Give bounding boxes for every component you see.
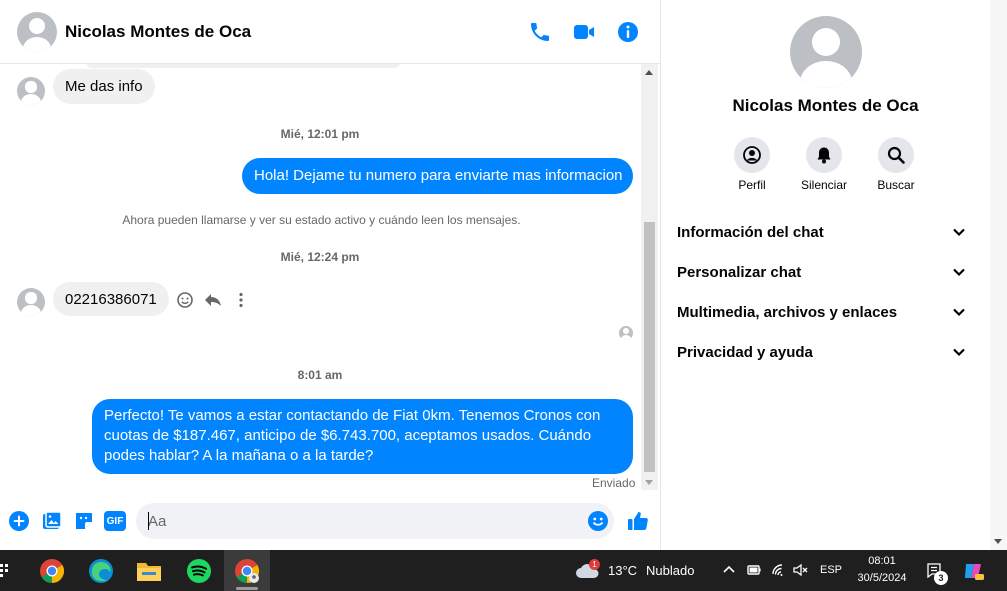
message-line: cuotas de $187.467, anticipo de $6.743.7… — [104, 427, 592, 444]
chat-panel: Nicolas Montes de Oca Me das info Mié, 1… — [0, 0, 661, 550]
search-icon — [878, 137, 914, 173]
chevron-down-icon — [953, 308, 965, 317]
incoming-message[interactable]: 02216386071 — [53, 282, 169, 316]
copilot-icon[interactable] — [962, 560, 984, 582]
outgoing-message[interactable]: Perfecto! Te vamos a estar contactando d… — [92, 399, 633, 474]
composer: GIF — [0, 494, 660, 550]
section-label: Privacidad y ayuda — [677, 343, 813, 361]
profile-name: Nicolas Montes de Oca — [732, 96, 919, 115]
section-customize-chat[interactable]: Personalizar chat — [669, 252, 975, 292]
chevron-down-icon — [953, 228, 965, 237]
message-list[interactable]: Me das info Mié, 12:01 pm Hola! Dejame t… — [0, 64, 640, 490]
action-label: Perfil — [738, 178, 766, 192]
chrome-icon — [40, 558, 65, 583]
message-status: Enviado — [592, 476, 636, 490]
profile-icon — [734, 137, 770, 173]
chevron-up-icon[interactable] — [721, 562, 737, 578]
partial-message — [86, 64, 400, 68]
chrome-profile-icon — [235, 558, 260, 583]
message-scrollbar[interactable] — [641, 64, 658, 490]
scroll-down-arrow[interactable] — [994, 539, 1002, 544]
bell-icon — [806, 137, 842, 173]
info-panel: Nicolas Montes de Oca Perfil Silenciar B… — [661, 0, 990, 550]
section-label: Personalizar chat — [677, 263, 802, 281]
section-label: Multimedia, archivos y enlaces — [677, 303, 898, 321]
sender-avatar[interactable] — [17, 288, 45, 316]
scroll-thumb[interactable] — [644, 222, 655, 472]
profile-action[interactable]: Perfil — [717, 137, 787, 192]
section-chat-info[interactable]: Información del chat — [669, 212, 975, 252]
speaker-muted-icon[interactable] — [792, 562, 808, 578]
action-label: Silenciar — [800, 178, 848, 192]
input-language[interactable]: ESP — [820, 564, 842, 576]
notification-count: 3 — [934, 571, 948, 585]
message-timestamp: Mié, 12:01 pm — [280, 127, 360, 141]
message-input[interactable] — [136, 503, 614, 539]
outgoing-message[interactable]: Hola! Dejame tu numero para enviarte mas… — [242, 158, 633, 194]
file-explorer-icon — [137, 562, 161, 581]
widgets-icon[interactable] — [0, 563, 10, 579]
sender-avatar[interactable] — [17, 77, 45, 105]
text-cursor — [148, 512, 149, 530]
mute-action[interactable]: Silenciar — [789, 137, 859, 192]
phone-icon[interactable] — [528, 20, 552, 44]
contact-name[interactable]: Nicolas Montes de Oca — [65, 22, 251, 42]
video-icon[interactable] — [572, 20, 596, 44]
action-label: Buscar — [877, 178, 915, 192]
chevron-down-icon — [953, 268, 965, 277]
taskbar-app-chrome[interactable] — [29, 550, 75, 591]
message-line: Perfecto! Te vamos a estar contactando d… — [104, 407, 601, 424]
gif-button[interactable]: GIF — [104, 511, 126, 531]
taskbar-app-file-explorer[interactable] — [126, 550, 172, 591]
taskbar: 1 13°C Nublado ESP 08:01 30/5/2024 3 — [0, 550, 1007, 591]
reply-icon[interactable] — [203, 290, 223, 310]
chevron-down-icon — [953, 348, 965, 357]
weather-badge: 1 — [589, 559, 600, 570]
page-scrollbar[interactable] — [990, 0, 1007, 550]
sticker-icon[interactable] — [73, 510, 95, 532]
seen-avatar — [619, 326, 633, 340]
wifi-icon[interactable] — [771, 562, 787, 578]
info-icon[interactable] — [616, 20, 640, 44]
scroll-up-arrow[interactable] — [645, 70, 653, 75]
clock-date[interactable]: 30/5/2024 — [852, 572, 912, 584]
profile-avatar[interactable] — [790, 16, 862, 88]
weather-temp[interactable]: 13°C — [608, 563, 637, 578]
active-indicator — [236, 587, 258, 590]
section-privacy-help[interactable]: Privacidad y ayuda — [669, 332, 975, 372]
taskbar-app-chrome-profile[interactable] — [224, 550, 270, 591]
edge-icon — [89, 558, 113, 583]
contact-avatar[interactable] — [17, 12, 57, 52]
message-timestamp: 8:01 am — [297, 368, 343, 382]
scroll-down-arrow[interactable] — [645, 480, 653, 485]
battery-icon[interactable] — [746, 562, 762, 578]
like-icon[interactable] — [626, 509, 650, 533]
section-label: Información del chat — [677, 223, 824, 241]
message-line: podes hablar? A la mañana o a la tarde? — [104, 447, 374, 464]
clock-time[interactable]: 08:01 — [856, 555, 908, 567]
incoming-message[interactable]: Me das info — [53, 69, 155, 104]
search-action[interactable]: Buscar — [861, 137, 931, 192]
weather-condition[interactable]: Nublado — [646, 563, 694, 578]
message-timestamp: Mié, 12:24 pm — [280, 250, 360, 264]
section-media-files[interactable]: Multimedia, archivos y enlaces — [669, 292, 975, 332]
add-icon[interactable] — [8, 510, 30, 532]
spotify-icon — [187, 558, 211, 583]
image-icon[interactable] — [41, 510, 63, 532]
more-options-icon[interactable] — [231, 290, 251, 310]
taskbar-app-edge[interactable] — [78, 550, 124, 591]
react-emoji-icon[interactable] — [175, 290, 195, 310]
emoji-icon[interactable] — [587, 510, 609, 532]
taskbar-app-spotify[interactable] — [176, 550, 222, 591]
chat-header: Nicolas Montes de Oca — [0, 0, 660, 64]
system-note: Ahora pueden llamarse y ver su estado ac… — [122, 213, 521, 227]
